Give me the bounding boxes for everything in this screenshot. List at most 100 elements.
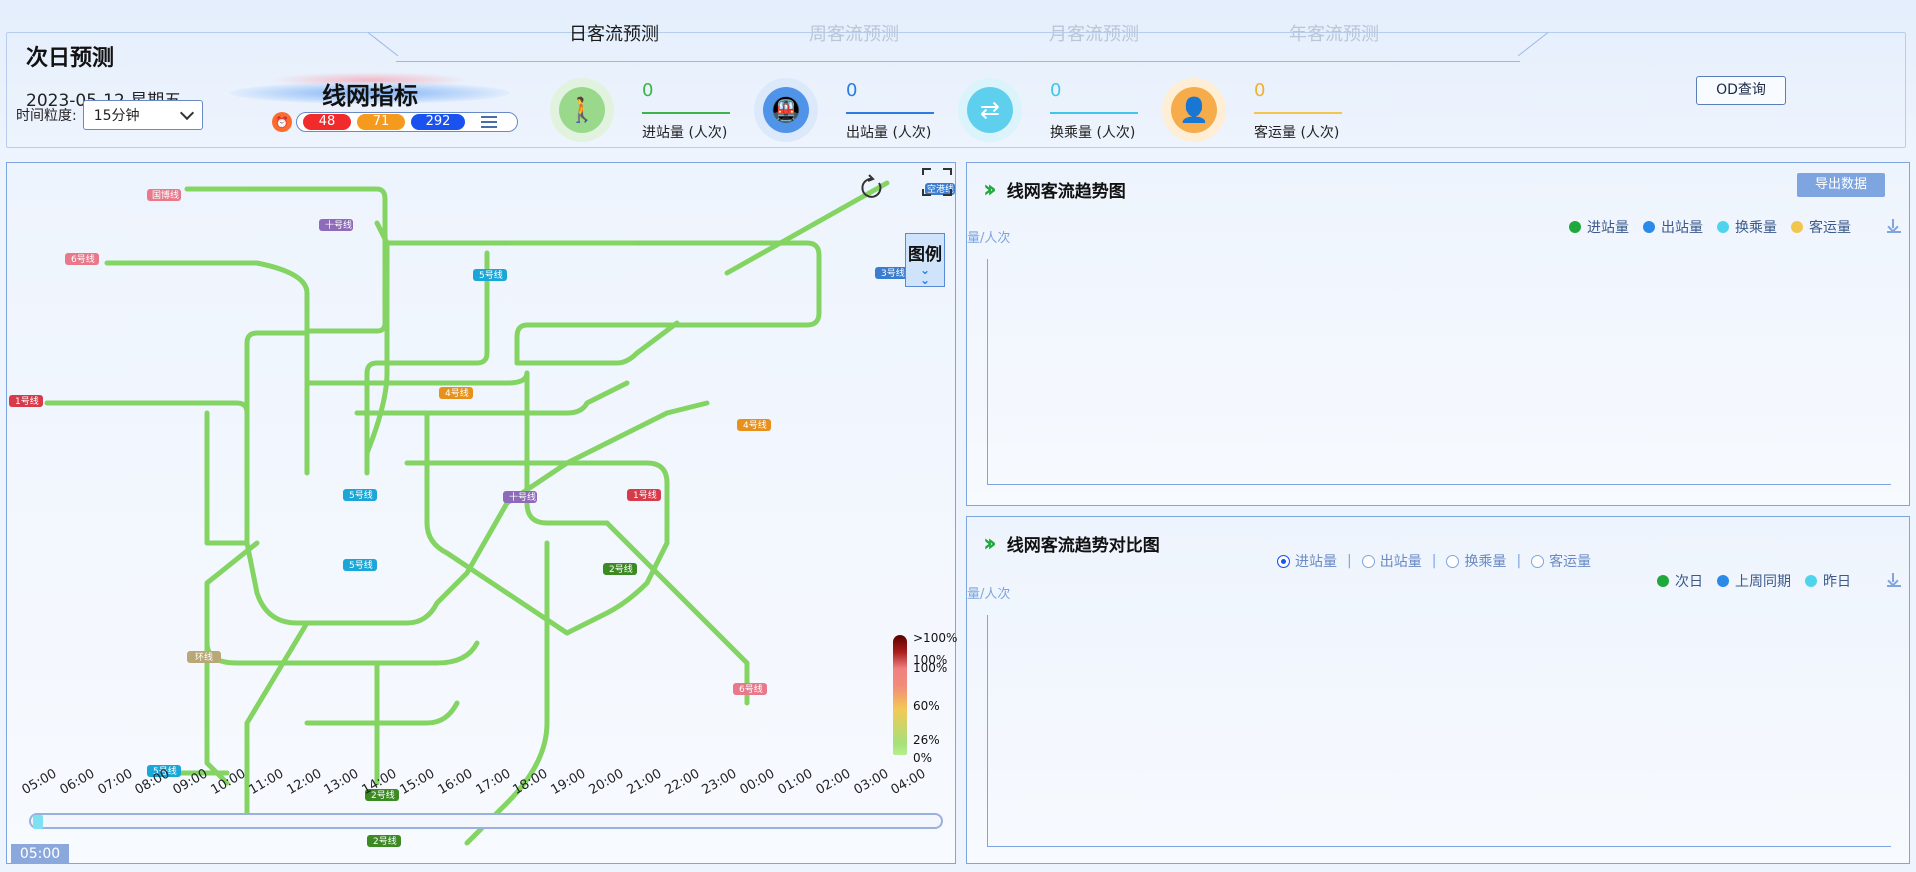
- legend-dot: [1791, 221, 1803, 233]
- tab-day-forecast[interactable]: 日客流预测: [534, 20, 694, 46]
- legend-yesterday[interactable]: 昨日: [1805, 571, 1851, 591]
- download-icon[interactable]: [1887, 219, 1901, 233]
- scale-label-26: 26%: [913, 733, 940, 747]
- legend-entry[interactable]: 进站量: [1569, 217, 1629, 237]
- radio-circle: [1446, 554, 1460, 568]
- trend-legend: 进站量 出站量 换乘量 客运量: [1569, 217, 1851, 237]
- legend-label: 上周同期: [1735, 574, 1791, 590]
- legend-next-day[interactable]: 次日: [1657, 571, 1703, 591]
- line-west-v: [204, 410, 250, 546]
- badge-red[interactable]: 48: [303, 114, 351, 130]
- legend-transfer[interactable]: 换乘量: [1717, 217, 1777, 237]
- line-mid-1: [304, 370, 530, 386]
- compare-radio-group: 进站量 | 出站量 | 换乘量 | 客运量: [1277, 551, 1591, 571]
- map-legend-button[interactable]: 图例 ⌄ ⌄: [905, 233, 945, 287]
- radio-exit[interactable]: 出站量: [1361, 551, 1422, 571]
- line-tags: 国博线 6号线 十号线 5号线 3号线 空港线 1号线 4号线 4号线 5号线 …: [9, 183, 955, 847]
- granularity-select[interactable]: 15分钟: [82, 100, 203, 130]
- metric-entry-label: 进站量 (人次): [642, 125, 728, 141]
- congestion-color-scale: [893, 635, 907, 755]
- line-4-east: [564, 400, 710, 466]
- transfer-arrows-icon: ⇄: [967, 87, 1013, 133]
- tab-week-forecast[interactable]: 周客流预测: [774, 20, 934, 46]
- tag-1-west: 1号线: [9, 395, 43, 407]
- scale-label-over100: >100%: [913, 631, 958, 645]
- radio-label: 出站量: [1379, 554, 1422, 570]
- legend-passenger[interactable]: 客运量: [1791, 217, 1851, 237]
- metric-passenger-line: [1254, 112, 1342, 114]
- metric-exit-icon-wrap: 🚇: [754, 78, 818, 142]
- svg-text:4号线: 4号线: [743, 419, 767, 431]
- metric-passenger-icon-wrap: 👤: [1162, 78, 1226, 142]
- radio-circle: [1531, 554, 1545, 568]
- legend-dot: [1643, 221, 1655, 233]
- line-ring-left: [244, 330, 310, 546]
- trend-title-row: ›› 线网客流趋势图: [983, 175, 1126, 203]
- metric-transfer-icon-wrap: ⇄: [958, 78, 1022, 142]
- compare-title: 线网客流趋势对比图: [1006, 535, 1160, 556]
- granularity-row: 时间粒度: 15分钟: [16, 100, 203, 130]
- net-index-bar: 48 71 292: [296, 112, 518, 132]
- alarm-icon[interactable]: ⏰: [272, 112, 292, 132]
- svg-text:5号线: 5号线: [479, 269, 503, 281]
- current-time-badge: 05:00: [11, 844, 69, 864]
- legend-dot: [1717, 575, 1729, 587]
- compare-legend: 次日 上周同期 昨日: [1657, 571, 1851, 591]
- timeline-slider[interactable]: [29, 813, 943, 829]
- metric-exit-label: 出站量 (人次): [846, 125, 932, 141]
- legend-label: 换乘量: [1735, 220, 1777, 236]
- svg-text:1号线: 1号线: [633, 489, 657, 501]
- metro-map-panel: 国博线 6号线 十号线 5号线 3号线 空港线 1号线 4号线 4号线 5号线 …: [6, 162, 958, 864]
- trend-title: 线网客流趋势图: [1006, 181, 1126, 202]
- legend-last-week[interactable]: 上周同期: [1717, 571, 1791, 591]
- legend-label: 昨日: [1823, 574, 1851, 590]
- line-3-diag: [724, 180, 890, 276]
- double-chevron-icon: ››: [983, 529, 997, 557]
- metric-exit-value: 0: [846, 80, 858, 101]
- granularity-label: 时间粒度:: [16, 108, 77, 124]
- header: 日客流预测 周客流预测 月客流预测 年客流预测 次日预测 2023-05-12 …: [0, 0, 1916, 152]
- badge-blue[interactable]: 292: [411, 114, 465, 130]
- scale-label-0: 0%: [913, 751, 933, 765]
- menu-icon[interactable]: [481, 116, 497, 128]
- badge-orange[interactable]: 71: [357, 114, 405, 130]
- radio-transfer[interactable]: 换乘量: [1446, 551, 1506, 571]
- tag-2-bottom: 2号线: [367, 835, 401, 847]
- radio-passenger[interactable]: 客运量: [1531, 551, 1591, 571]
- tag-6-west: 6号线: [65, 253, 99, 265]
- double-chevron-icon: ››: [983, 175, 997, 203]
- separator: |: [1431, 553, 1437, 569]
- line-mid-2: [354, 380, 630, 416]
- tag-10-mid: 十号线: [503, 491, 537, 503]
- separator: |: [1516, 553, 1522, 569]
- tab-year-forecast[interactable]: 年客流预测: [1254, 20, 1414, 46]
- od-query-button[interactable]: OD查询: [1696, 76, 1786, 105]
- svg-text:1号线: 1号线: [15, 395, 39, 407]
- walking-person-icon: 🚶: [559, 87, 605, 133]
- trend-y-unit: 量/人次: [967, 231, 1011, 246]
- compare-panel: ›› 线网客流趋势对比图 进站量 | 出站量 | 换乘量 | 客运量 次日 上周…: [966, 516, 1910, 864]
- timeline-handle[interactable]: [33, 815, 43, 829]
- legend-dot: [1657, 575, 1669, 587]
- svg-text:十号线: 十号线: [509, 491, 536, 503]
- metro-network-map[interactable]: 国博线 6号线 十号线 5号线 3号线 空港线 1号线 4号线 4号线 5号线 …: [7, 163, 955, 863]
- legend-exit[interactable]: 出站量: [1643, 217, 1703, 237]
- download-icon[interactable]: [1887, 573, 1901, 587]
- legend-dot: [1805, 575, 1817, 587]
- export-data-button[interactable]: 导出数据: [1797, 173, 1885, 197]
- tab-month-forecast[interactable]: 月客流预测: [1014, 20, 1174, 46]
- svg-text:5号线: 5号线: [349, 489, 373, 501]
- line-center-1: [514, 320, 680, 366]
- radio-entry[interactable]: 进站量: [1277, 551, 1337, 571]
- tag-5-south: 5号线: [343, 559, 377, 571]
- svg-text:5号线: 5号线: [349, 559, 373, 571]
- person-icon: 👤: [1171, 87, 1217, 133]
- svg-text:4号线: 4号线: [445, 387, 469, 399]
- tab-strip: 日客流预测 周客流预测 月客流预测 年客流预测: [396, 0, 1520, 62]
- svg-text:6号线: 6号线: [739, 683, 763, 695]
- tag-5-north: 5号线: [473, 269, 507, 281]
- svg-text:国博线: 国博线: [152, 189, 179, 201]
- tag-4-center: 4号线: [439, 387, 473, 399]
- trend-panel: ›› 线网客流趋势图 导出数据 进站量 出站量 换乘量 客运量 量/人次: [966, 162, 1910, 506]
- line-3-upper: [384, 240, 822, 366]
